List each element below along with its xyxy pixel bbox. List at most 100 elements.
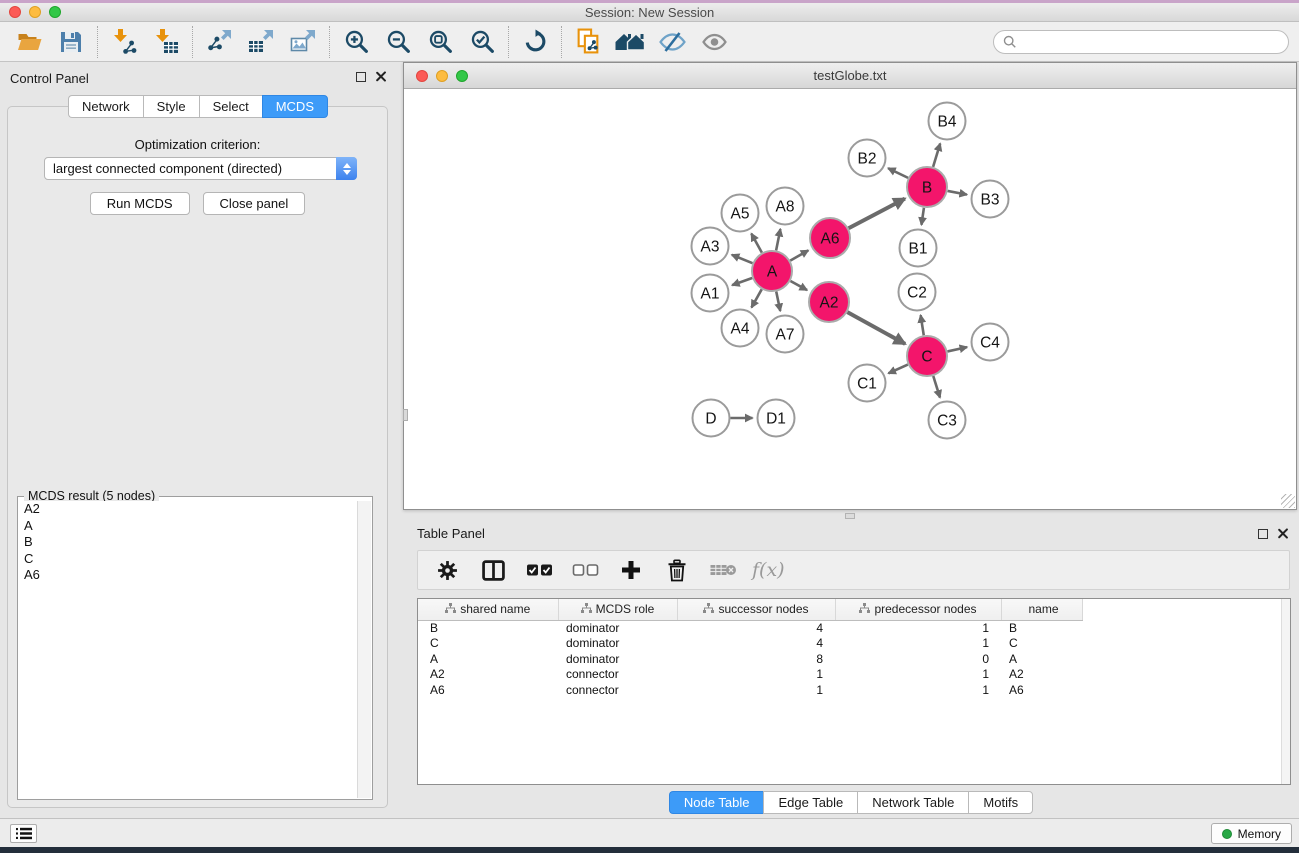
- graph-node-A6[interactable]: A6: [810, 218, 850, 258]
- tab-network-table[interactable]: Network Table: [857, 791, 968, 814]
- graph-node-A8[interactable]: A8: [767, 188, 804, 225]
- table-cell[interactable]: 1: [835, 636, 1001, 652]
- tab-edge-table[interactable]: Edge Table: [763, 791, 857, 814]
- graph-node-C2[interactable]: C2: [899, 274, 936, 311]
- graph-edge-A-A3[interactable]: [732, 255, 753, 263]
- graph-edge-B-B2[interactable]: [888, 168, 908, 178]
- graph-node-A3[interactable]: A3: [692, 228, 729, 265]
- table-cell[interactable]: 1: [677, 682, 835, 698]
- graph-node-A[interactable]: A: [752, 251, 792, 291]
- import-table-button[interactable]: [145, 25, 187, 59]
- table-cell[interactable]: C: [418, 636, 558, 652]
- table-cell[interactable]: 1: [835, 620, 1001, 636]
- graph-edge-B-B3[interactable]: [948, 191, 967, 195]
- graph-edge-A2-C[interactable]: [847, 312, 905, 344]
- table-cell[interactable]: connector: [558, 682, 677, 698]
- graph-node-A7[interactable]: A7: [767, 316, 804, 353]
- table-cell[interactable]: A6: [1001, 682, 1082, 698]
- graph-node-C4[interactable]: C4: [972, 324, 1009, 361]
- mcds-result-item[interactable]: A2: [19, 501, 357, 518]
- export-image-button[interactable]: [282, 25, 324, 59]
- run-mcds-button[interactable]: Run MCDS: [90, 192, 190, 215]
- network-canvas[interactable]: B4B2BB3A8A5A6A3B1AA1C2A2A4A7C4CC1DD1C3: [404, 89, 1296, 509]
- graph-edge-A-A1[interactable]: [732, 278, 752, 285]
- split-panel-button[interactable]: [476, 554, 510, 586]
- mcds-result-scrollbar[interactable]: [357, 501, 371, 798]
- graph-edge-A-A6[interactable]: [790, 250, 808, 260]
- table-row[interactable]: Bdominator41B: [418, 620, 1290, 636]
- mcds-result-item[interactable]: A: [19, 518, 357, 535]
- mcds-result-item[interactable]: C: [19, 551, 357, 568]
- graph-edge-A-A7[interactable]: [776, 292, 780, 311]
- hide-panels-button[interactable]: [651, 25, 693, 59]
- graph-node-D[interactable]: D: [693, 400, 730, 437]
- clone-network-button[interactable]: [567, 25, 609, 59]
- apply-function-button[interactable]: f(x): [752, 554, 785, 586]
- zoom-in-button[interactable]: [335, 25, 377, 59]
- open-session-button[interactable]: [8, 25, 50, 59]
- graph-node-B2[interactable]: B2: [849, 140, 886, 177]
- window-edge-grip[interactable]: [403, 409, 408, 421]
- column-header[interactable]: MCDS role: [558, 599, 677, 620]
- graph-node-B1[interactable]: B1: [900, 230, 937, 267]
- zoom-selected-button[interactable]: [461, 25, 503, 59]
- tab-node-table[interactable]: Node Table: [669, 791, 764, 814]
- tab-style[interactable]: Style: [143, 95, 199, 118]
- optimization-criterion-dropdown[interactable]: largest connected component (directed): [44, 157, 357, 180]
- table-cell[interactable]: B: [1001, 620, 1082, 636]
- graph-node-B[interactable]: B: [907, 167, 947, 207]
- add-column-button[interactable]: [614, 554, 648, 586]
- graph-node-A2[interactable]: A2: [809, 282, 849, 322]
- float-table-panel-icon[interactable]: [1258, 529, 1268, 539]
- graph-edge-C-C4[interactable]: [947, 347, 967, 351]
- table-options-button[interactable]: [430, 554, 464, 586]
- graph-node-A5[interactable]: A5: [722, 195, 759, 232]
- table-cell[interactable]: A2: [418, 667, 558, 683]
- table-row[interactable]: Adominator80A: [418, 651, 1290, 667]
- table-cell[interactable]: A: [418, 651, 558, 667]
- save-session-button[interactable]: [50, 25, 92, 59]
- window-resize-grip[interactable]: [1281, 494, 1295, 508]
- task-history-button[interactable]: [10, 824, 37, 843]
- graph-node-B4[interactable]: B4: [929, 103, 966, 140]
- table-cell[interactable]: 0: [835, 651, 1001, 667]
- memory-button[interactable]: Memory: [1211, 823, 1292, 844]
- graph-edge-A-A8[interactable]: [776, 229, 780, 250]
- table-cell[interactable]: dominator: [558, 620, 677, 636]
- column-header[interactable]: name: [1001, 599, 1082, 620]
- table-row[interactable]: A2connector11A2: [418, 667, 1290, 683]
- delete-columns-button[interactable]: [660, 554, 694, 586]
- table-cell[interactable]: dominator: [558, 651, 677, 667]
- table-cell[interactable]: A: [1001, 651, 1082, 667]
- mcds-result-item[interactable]: B: [19, 534, 357, 551]
- table-cell[interactable]: 1: [835, 682, 1001, 698]
- table-cell[interactable]: connector: [558, 667, 677, 683]
- table-cell[interactable]: A2: [1001, 667, 1082, 683]
- table-cell[interactable]: 1: [835, 667, 1001, 683]
- zoom-out-button[interactable]: [377, 25, 419, 59]
- unselect-all-columns-button[interactable]: [568, 554, 602, 586]
- import-network-button[interactable]: [103, 25, 145, 59]
- refresh-button[interactable]: [514, 25, 556, 59]
- network-window-titlebar[interactable]: testGlobe.txt: [404, 63, 1296, 89]
- graph-edge-A-A5[interactable]: [751, 234, 762, 253]
- export-table-button[interactable]: [240, 25, 282, 59]
- graph-node-A1[interactable]: A1: [692, 275, 729, 312]
- table-cell[interactable]: A6: [418, 682, 558, 698]
- graph-edge-C-C1[interactable]: [888, 365, 907, 374]
- graph-node-A4[interactable]: A4: [722, 310, 759, 347]
- graph-node-C1[interactable]: C1: [849, 365, 886, 402]
- graph-edge-A-A2[interactable]: [790, 281, 807, 290]
- zoom-fit-button[interactable]: [419, 25, 461, 59]
- table-cell[interactable]: 8: [677, 651, 835, 667]
- graph-edge-B-B4[interactable]: [933, 143, 940, 166]
- table-cell[interactable]: B: [418, 620, 558, 636]
- mcds-result-item[interactable]: A6: [19, 567, 357, 584]
- table-row[interactable]: Cdominator41C: [418, 636, 1290, 652]
- tab-mcds[interactable]: MCDS: [262, 95, 328, 118]
- tab-select[interactable]: Select: [199, 95, 262, 118]
- tab-network[interactable]: Network: [68, 95, 143, 118]
- search-input[interactable]: [1017, 34, 1279, 49]
- toggle-preview-button[interactable]: [693, 25, 735, 59]
- column-header[interactable]: successor nodes: [677, 599, 835, 620]
